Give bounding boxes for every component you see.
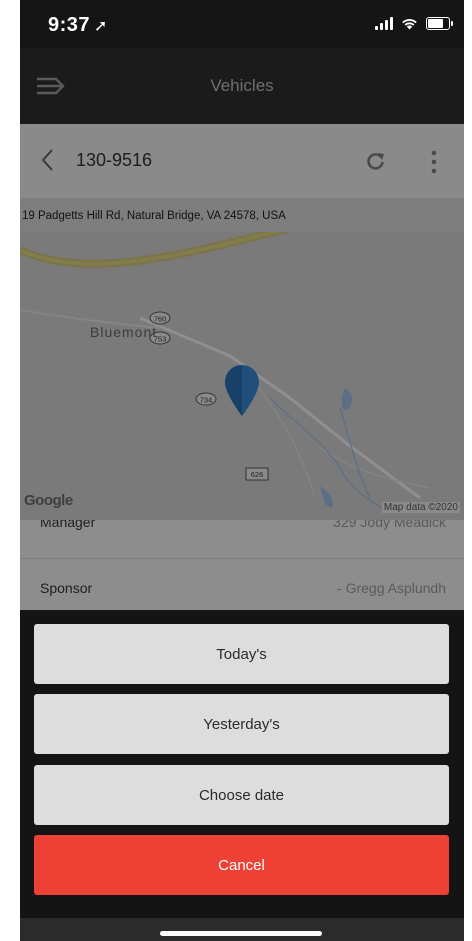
- map-place-label: Bluemont: [90, 324, 158, 340]
- svg-text:734: 734: [200, 396, 213, 405]
- route-shield: 760: [149, 311, 171, 325]
- row-value: - Gregg Asplundh: [337, 580, 446, 596]
- app-header: Vehicles: [20, 48, 464, 124]
- more-vertical-icon[interactable]: [430, 149, 438, 175]
- map-view[interactable]: 760 753 734 626 Bluemont Google Map data…: [20, 232, 464, 520]
- choose-date-button[interactable]: Choose date: [34, 765, 449, 825]
- route-shield: 734: [195, 392, 217, 406]
- row-label: Sponsor: [40, 580, 93, 596]
- cancel-button[interactable]: Cancel: [34, 835, 449, 895]
- address-bar: 19 Padgetts Hill Rd, Natural Bridge, VA …: [20, 198, 464, 232]
- vehicle-id: 130-9516: [76, 150, 153, 170]
- info-row-sponsor: Sponsor - Gregg Asplundh: [20, 559, 464, 610]
- route-shield: 626: [245, 467, 269, 481]
- map-data-credit[interactable]: Map data ©2020: [381, 502, 460, 513]
- map-roads: 760 753 734 626: [20, 232, 431, 514]
- status-icons: [375, 16, 453, 30]
- svg-text:626: 626: [251, 470, 264, 479]
- info-row-manager: Manager 329 Jody Meadick: [20, 520, 464, 558]
- vehicle-address: 19 Padgetts Hill Rd, Natural Bridge, VA …: [22, 210, 286, 222]
- page-title: Vehicles: [210, 76, 274, 95]
- time-text: 9:37: [48, 14, 91, 36]
- status-time: 9:37 ➚: [48, 14, 108, 37]
- yesterdays-button[interactable]: Yesterday's: [34, 694, 449, 754]
- home-indicator[interactable]: [160, 931, 322, 936]
- refresh-icon[interactable]: [366, 151, 386, 171]
- svg-text:760: 760: [154, 315, 167, 324]
- wifi-icon: [402, 18, 417, 29]
- status-bar: 9:37 ➚: [20, 0, 464, 48]
- vehicle-toolbar: 130-9516: [20, 124, 464, 198]
- vehicle-marker-icon[interactable]: [225, 365, 259, 416]
- back-chevron-icon[interactable]: [40, 146, 56, 174]
- battery-icon: [426, 16, 453, 30]
- cellular-signal-icon: [375, 16, 393, 30]
- google-logo: Google: [24, 492, 73, 509]
- home-indicator-area: [20, 918, 464, 941]
- row-label: Manager: [40, 520, 96, 530]
- phone-screen: 9:37 ➚ Vehicles 130-9516 19 Padgetts Hil…: [20, 0, 464, 941]
- row-value: 329 Jody Meadick: [333, 520, 446, 530]
- date-action-sheet: Today's Yesterday's Choose date Cancel: [20, 610, 464, 941]
- todays-button[interactable]: Today's: [34, 624, 449, 684]
- location-arrow-icon: ➚: [94, 18, 108, 35]
